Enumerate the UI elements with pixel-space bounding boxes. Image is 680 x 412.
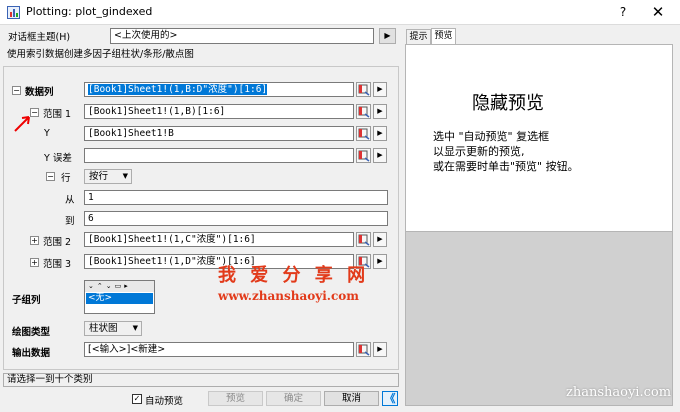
data-column-label: 数据列 [25, 87, 54, 98]
auto-preview-label: 自动预览 [145, 396, 184, 407]
data-column-menu-button[interactable]: ▶ [373, 82, 387, 97]
y-error-select-icon[interactable] [356, 148, 371, 163]
preview-panel: 隐藏预览 选中 "自动预览" 复选框 以显示更新的预览, 或在需要时单击"预览"… [405, 44, 673, 232]
y-error-input[interactable] [84, 148, 354, 163]
cancel-button[interactable]: 取消 [324, 391, 379, 406]
tab-preview[interactable]: 预览 [431, 28, 456, 44]
range2-label: 范围 2 [43, 237, 72, 248]
expand-range3-icon[interactable]: + [30, 258, 39, 267]
theme-label: 对话框主题(H) [8, 32, 71, 43]
auto-preview-checkbox[interactable]: ✓ [132, 394, 142, 404]
chevron-down-icon: ▼ [122, 172, 128, 180]
theme-go-button[interactable]: ▶ [379, 28, 396, 44]
y-input[interactable]: [Book1]Sheet1!B [84, 126, 354, 141]
tab-hints[interactable]: 提示 [406, 29, 431, 44]
close-button[interactable]: ✕ [640, 2, 676, 22]
help-button[interactable]: ? [611, 3, 635, 21]
range2-menu-button[interactable]: ▶ [373, 232, 387, 247]
preview-line: 选中 "自动预览" 复选框 [433, 130, 550, 143]
preview-line: 或在需要时单击"预览" 按钮。 [433, 160, 579, 173]
data-column-select-icon[interactable] [356, 82, 371, 97]
status-message: 请选择一到十个类别 [3, 373, 399, 387]
y-error-label: Y 误差 [44, 153, 72, 164]
ok-button[interactable]: 确定 [266, 391, 321, 406]
to-input[interactable]: 6 [84, 211, 388, 226]
chevron-down-icon: ▼ [132, 324, 138, 332]
output-select-icon[interactable] [356, 342, 371, 357]
output-menu-button[interactable]: ▶ [373, 342, 387, 357]
collapse-panel-button[interactable]: 《 [382, 391, 398, 406]
subgroup-list-toolbar[interactable]: ⌄⌃⌄▭▸ [85, 281, 154, 292]
app-icon [7, 6, 20, 19]
preview-instructions: 选中 "自动预览" 复选框 以显示更新的预览, 或在需要时单击"预览" 按钮。 [433, 129, 579, 174]
window-title: Plotting: plot_gindexed [26, 5, 153, 18]
theme-input[interactable]: <上次使用的> [110, 28, 374, 44]
collapse-row-icon[interactable]: − [46, 172, 55, 181]
preview-button[interactable]: 预览 [208, 391, 263, 406]
dialog-description: 使用索引数据创建多因子组柱状/条形/散点图 [7, 49, 194, 60]
range1-label: 范围 1 [43, 109, 72, 120]
plot-type-select[interactable]: 柱状图 ▼ [84, 321, 142, 336]
expand-range2-icon[interactable]: + [30, 236, 39, 245]
annotation-arrow-icon [14, 116, 30, 132]
title-bar: Plotting: plot_gindexed ? ✕ [0, 0, 680, 25]
range1-input[interactable]: [Book1]Sheet1!(1,B)[1:6] [84, 104, 354, 119]
from-label: 从 [65, 195, 75, 206]
output-input[interactable]: [<输入>]<新建> [84, 342, 354, 357]
range3-menu-button[interactable]: ▶ [373, 254, 387, 269]
collapse-data-column-icon[interactable]: − [12, 86, 21, 95]
plot-type-label: 绘图类型 [12, 327, 51, 338]
row-label: 行 [61, 173, 71, 184]
subgroup-label: 子组列 [12, 295, 41, 306]
preview-line: 以显示更新的预览, [433, 145, 525, 158]
range2-select-icon[interactable] [356, 232, 371, 247]
watermark-corner: zhanshaoyi.com [566, 385, 672, 400]
y-select-icon[interactable] [356, 126, 371, 141]
range1-menu-button[interactable]: ▶ [373, 104, 387, 119]
range1-select-icon[interactable] [356, 104, 371, 119]
to-label: 到 [65, 216, 75, 227]
y-menu-button[interactable]: ▶ [373, 126, 387, 141]
output-label: 输出数据 [12, 348, 51, 359]
data-column-input[interactable]: [Book1]Sheet1!(1,B:D"浓度")[1:6] [84, 82, 354, 97]
y-label: Y [44, 128, 50, 139]
subgroup-list-item[interactable]: <无> [86, 293, 153, 304]
y-error-menu-button[interactable]: ▶ [373, 148, 387, 163]
from-input[interactable]: 1 [84, 190, 388, 205]
preview-empty-area [405, 232, 673, 406]
row-mode-select[interactable]: 按行 ▼ [84, 169, 132, 184]
range2-input[interactable]: [Book1]Sheet1!(1,C"浓度")[1:6] [84, 232, 354, 247]
watermark-site-name: 我 爱 分 享 网 [218, 265, 370, 286]
range3-label: 范围 3 [43, 259, 72, 270]
watermark-url: www.zhanshaoyi.com [218, 289, 359, 303]
preview-title: 隐藏预览 [472, 93, 544, 114]
subgroup-list[interactable]: ⌄⌃⌄▭▸ <无> [84, 280, 155, 314]
